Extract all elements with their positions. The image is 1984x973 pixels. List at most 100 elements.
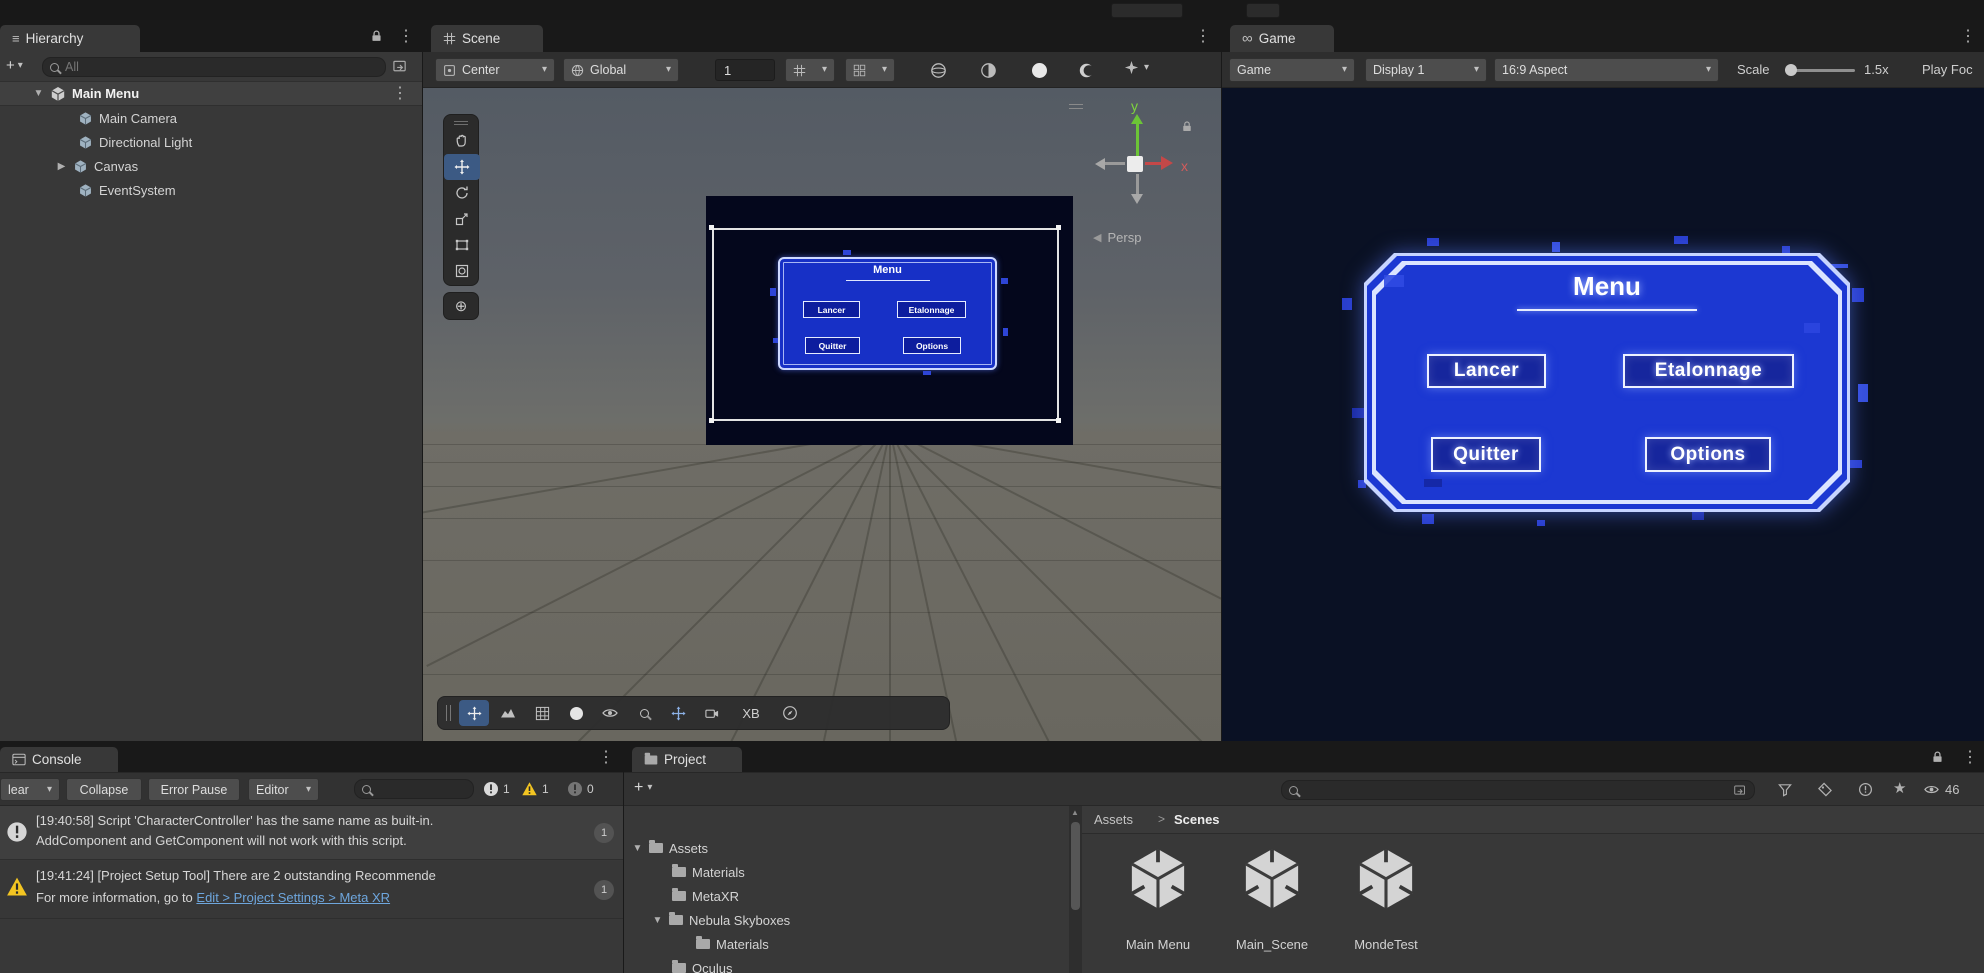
rect-tool-button[interactable] (444, 232, 480, 258)
scrollbar-thumb[interactable] (1071, 822, 1080, 910)
foldout-icon[interactable]: ▼ (632, 843, 643, 854)
wireframe-sphere-icon[interactable] (930, 62, 947, 79)
overlay-sphere-button[interactable] (561, 700, 591, 726)
hierarchy-search-input[interactable] (65, 60, 378, 74)
play-focused-dropdown[interactable]: Play Foc (1922, 62, 1984, 77)
create-asset-button[interactable]: + ▾ (634, 779, 652, 797)
custom-tool-button[interactable]: ⊕ (443, 292, 479, 320)
scene-menu-button[interactable]: Quitter (805, 337, 860, 354)
settings-link[interactable]: Edit > Project Settings > Meta XR (196, 890, 390, 905)
tree-row[interactable]: Materials (624, 932, 1069, 956)
tab-project[interactable]: Project (632, 747, 742, 772)
breadcrumb-current[interactable]: Scenes (1174, 812, 1220, 827)
overlay-particles-button[interactable] (663, 700, 693, 726)
toolbar-button-clipped[interactable] (1111, 3, 1183, 18)
search-by-label-icon[interactable] (1817, 782, 1833, 797)
hierarchy-menu-icon[interactable]: ⋮ (398, 29, 414, 45)
game-viewport[interactable]: Menu Lancer Etalonnage Quitter Options (1222, 88, 1984, 741)
add-object-button[interactable]: + ▾ (6, 57, 23, 74)
rect-handle[interactable] (709, 225, 714, 230)
scene-menu-button[interactable]: Lancer (803, 301, 860, 318)
scene-lighting-icon[interactable] (980, 62, 997, 79)
info-count[interactable]: 1 (483, 781, 510, 797)
console-menu-icon[interactable]: ⋮ (598, 750, 614, 766)
overlay-xb-button[interactable]: XB (731, 700, 771, 726)
hierarchy-item[interactable]: EventSystem (0, 178, 422, 202)
scene-viewport[interactable]: Menu Lancer Etalonnage Quitter Options ⊕… (423, 88, 1221, 741)
tree-scrollbar[interactable]: ▲ (1069, 806, 1082, 973)
hidden-packages-toggle[interactable]: 46 (1923, 782, 1959, 797)
clear-button[interactable]: lear ▾ (0, 778, 60, 801)
asset-item[interactable]: MondeTest (1331, 842, 1441, 962)
aspect-dropdown[interactable]: 16:9 Aspect ▾ (1494, 58, 1719, 82)
asset-item[interactable]: Main Menu (1103, 842, 1213, 962)
search-filter-icon[interactable] (1733, 784, 1747, 797)
axis-negy-arrowhead[interactable] (1131, 194, 1143, 204)
hand-tool-button[interactable] (444, 128, 480, 154)
overlay-search-button[interactable] (629, 700, 659, 726)
scene-audio-icon[interactable] (1032, 63, 1047, 78)
scene-row-main-menu[interactable]: ▼ Main Menu ⋮ (0, 82, 422, 106)
editor-dropdown[interactable]: Editor ▾ (248, 778, 319, 801)
tab-console[interactable]: Console (0, 747, 118, 772)
toolbar-button-clipped[interactable] (1246, 3, 1280, 18)
hierarchy-item[interactable]: Directional Light (0, 130, 422, 154)
tab-scene[interactable]: Scene (431, 25, 543, 52)
alert-filter-icon[interactable] (1858, 782, 1873, 797)
scene-menu-icon[interactable]: ⋮ (1195, 29, 1211, 45)
drag-handle-icon[interactable] (446, 705, 451, 721)
rect-handle[interactable] (1056, 418, 1061, 423)
warning-count[interactable]: 1 (521, 781, 549, 797)
scroll-up-icon[interactable]: ▲ (1071, 808, 1079, 817)
overlay-move-button[interactable] (459, 700, 489, 726)
game-target-dropdown[interactable]: Game ▾ (1229, 58, 1355, 82)
overlay-paint-grid-button[interactable] (527, 700, 557, 726)
tree-row[interactable]: MetaXR (624, 884, 1069, 908)
gizmo-lock-icon[interactable] (1181, 120, 1193, 133)
hierarchy-item[interactable]: Main Camera (0, 106, 422, 130)
overlay-visibility-button[interactable] (595, 700, 625, 726)
scene-row-menu-icon[interactable]: ⋮ (392, 86, 408, 102)
console-search-input[interactable] (377, 782, 466, 796)
lock-icon[interactable] (370, 29, 383, 43)
asset-item[interactable]: Main_Scene (1217, 842, 1327, 962)
foldout-icon[interactable]: ▼ (652, 915, 663, 926)
scene-menu-button[interactable]: Etalonnage (897, 301, 966, 318)
console-log-entry[interactable]: [19:40:58] Script 'CharacterController' … (0, 806, 623, 860)
projection-label[interactable]: ◀ Persp (1093, 230, 1141, 245)
tree-row[interactable]: Materials (624, 860, 1069, 884)
tab-hierarchy[interactable]: ≡ Hierarchy (0, 25, 140, 52)
drag-handle-icon[interactable] (454, 121, 468, 125)
game-menu-button-quitter[interactable]: Quitter (1431, 437, 1541, 472)
grid-size-field[interactable] (715, 59, 775, 81)
collapse-button[interactable]: Collapse (66, 778, 142, 801)
project-menu-icon[interactable]: ⋮ (1962, 750, 1978, 766)
scene-fx-toggle-icon[interactable] (1078, 62, 1095, 79)
rect-handle[interactable] (709, 418, 714, 423)
error-pause-button[interactable]: Error Pause (148, 778, 240, 801)
scale-slider-knob[interactable] (1785, 64, 1797, 76)
gizmo-center-cube[interactable] (1127, 156, 1143, 172)
overlay-camera-button[interactable] (697, 700, 727, 726)
increment-snap-dropdown[interactable]: ▾ (845, 58, 895, 82)
axis-x-arrowhead[interactable] (1161, 156, 1173, 170)
rotate-tool-button[interactable] (444, 180, 480, 206)
game-menu-icon[interactable]: ⋮ (1960, 29, 1976, 45)
game-menu-button-lancer[interactable]: Lancer (1427, 354, 1546, 388)
pivot-dropdown[interactable]: Center ▾ (435, 58, 555, 82)
game-menu-button-options[interactable]: Options (1645, 437, 1771, 472)
breadcrumb-root[interactable]: Assets (1094, 812, 1133, 827)
tree-row[interactable]: Oculus (624, 956, 1069, 973)
axis-negx-arrowhead[interactable] (1095, 158, 1105, 170)
scene-fx-dropdown[interactable]: ▾ (1124, 60, 1149, 75)
error-count[interactable]: 0 (567, 781, 594, 797)
tree-row[interactable]: ▼ Assets (624, 836, 1069, 860)
foldout-icon[interactable]: ▼ (33, 88, 44, 99)
rect-handle[interactable] (1056, 225, 1061, 230)
grid-snap-dropdown[interactable]: ▾ (785, 58, 835, 82)
hierarchy-item[interactable]: ▶ Canvas (0, 154, 422, 178)
search-filter-icon[interactable] (392, 59, 408, 74)
display-dropdown[interactable]: Display 1 ▾ (1365, 58, 1487, 82)
search-by-type-icon[interactable] (1777, 782, 1793, 797)
overlay-terrain-button[interactable] (493, 700, 523, 726)
